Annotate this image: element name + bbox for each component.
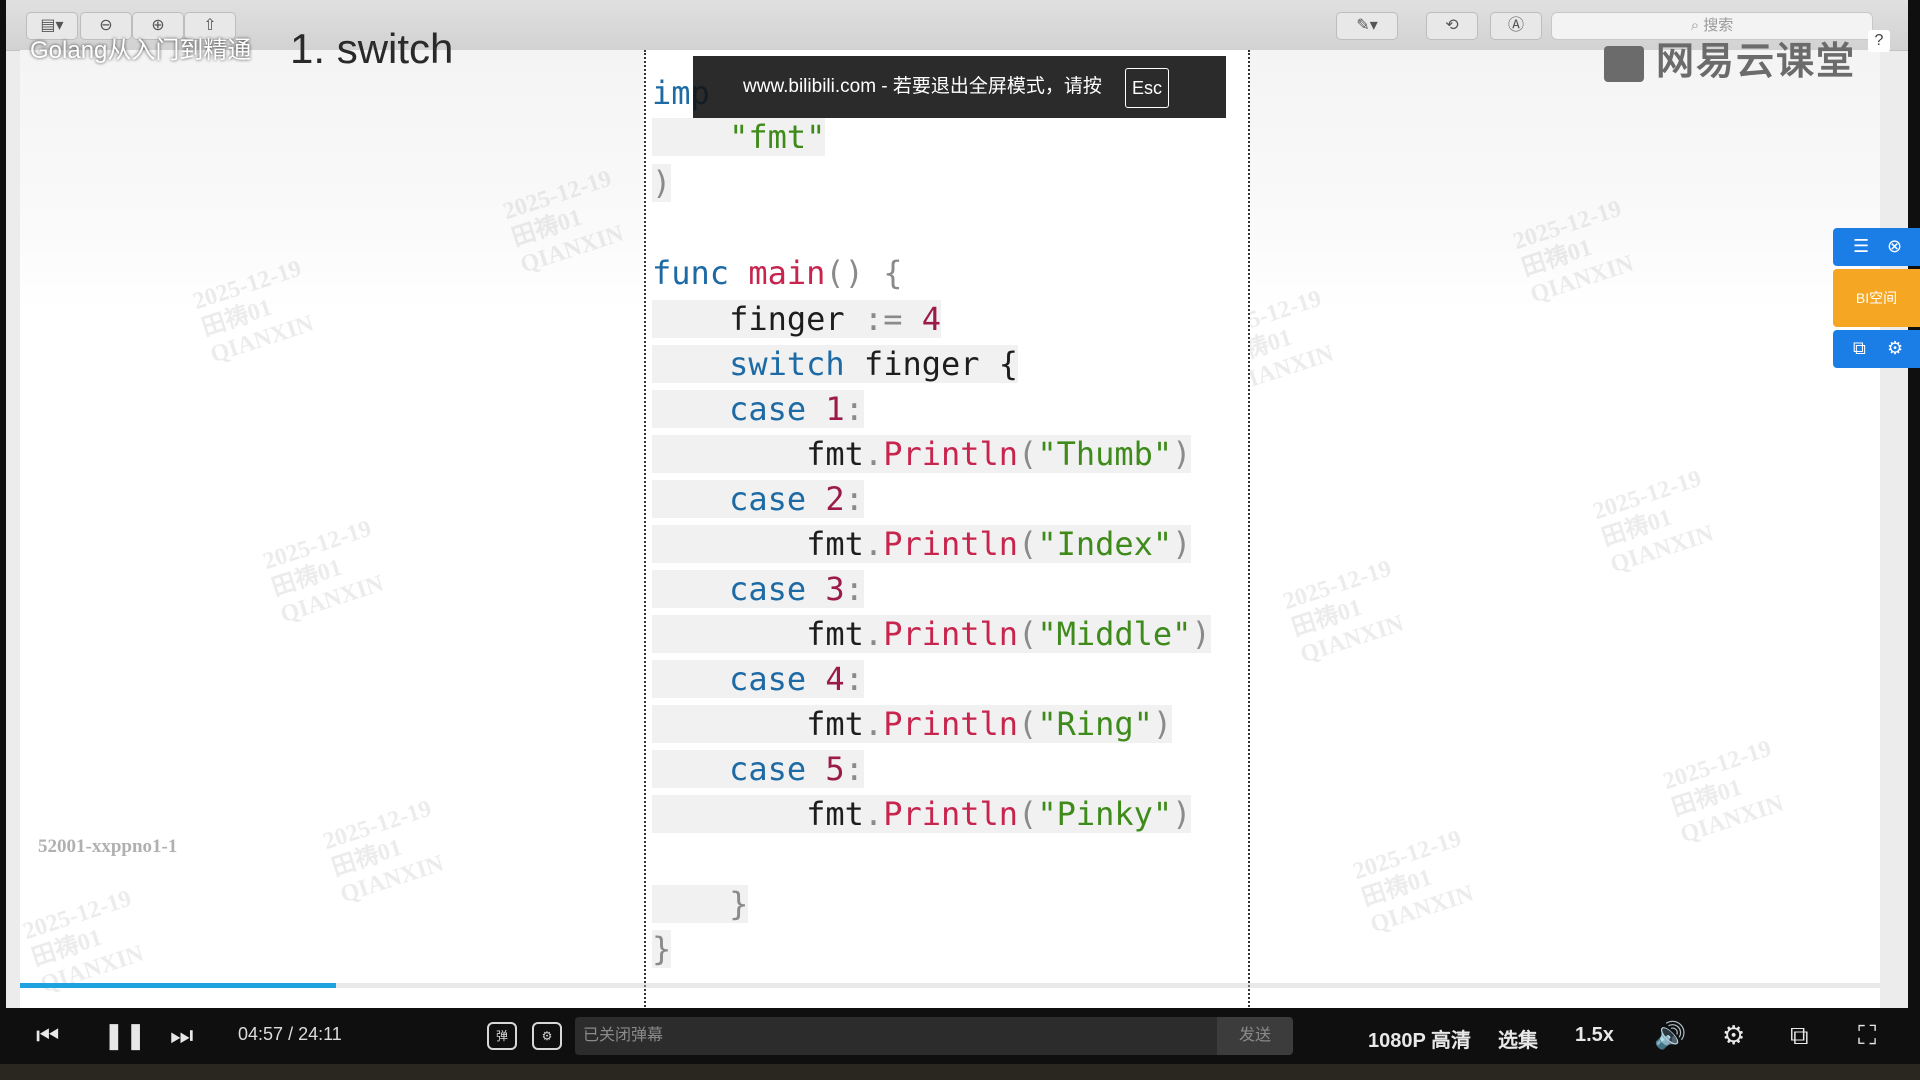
rotate-icon: ⟲	[1426, 12, 1478, 40]
bottom-edge	[0, 1064, 1920, 1080]
markup-icon: Ⓐ	[1490, 12, 1542, 40]
esc-key: Esc	[1125, 68, 1169, 108]
code-line-close-switch: }	[652, 885, 749, 923]
episodes-button[interactable]: 选集	[1498, 1024, 1538, 1053]
watermark: 2025-12-19 田祷01 QIANXIN	[320, 795, 447, 909]
danmaku-toggle-icon[interactable]: 弹	[487, 1022, 517, 1050]
control-bar: ⏮ ❚❚ ⏭ 04:57 / 24:11 弹 ⚙ 已关闭弹幕 发送 1080P …	[0, 1008, 1920, 1064]
watermark: 2025-12-19 田祷01 QIANXIN	[190, 255, 317, 369]
watermark: 2025-12-19 田祷01 QIANXIN	[1280, 555, 1407, 669]
settings-icon[interactable]: ⚙	[1722, 1020, 1745, 1050]
slide-title: 1. switch	[290, 25, 454, 72]
speed-button[interactable]: 1.5x	[1575, 1024, 1614, 1047]
code-line-println: fmt.Println("Middle")	[652, 615, 1211, 653]
side-panel: ☰ ⊗ BI空间 ⧉ ⚙	[1833, 228, 1920, 368]
code-line-case: case 3:	[652, 570, 864, 608]
code-line-close-paren: )	[652, 164, 672, 202]
code-line-case: case 5:	[652, 750, 864, 788]
help-icon[interactable]: ?	[1868, 30, 1890, 52]
code-line-case: case 4:	[652, 660, 864, 698]
bi-space-button[interactable]: BI空间	[1833, 269, 1920, 327]
danmaku-settings-icon[interactable]: ⚙	[532, 1022, 562, 1050]
code-line-println: fmt.Println("Thumb")	[652, 435, 1192, 473]
slide: 1. switch 2025-12-19 田祷01 QIANXIN 2025-1…	[20, 25, 1880, 1020]
quality-button[interactable]: 1080P 高清	[1368, 1024, 1471, 1053]
code-line-switch: switch finger {	[652, 345, 1019, 383]
time-display: 04:57 / 24:11	[238, 1024, 342, 1044]
code-line-println: fmt.Println("Pinky")	[652, 795, 1192, 833]
side-panel-bottom: ⧉ ⚙	[1833, 330, 1920, 368]
code-line-close-func: }	[652, 930, 672, 968]
pen-icon: ✎▾	[1336, 12, 1398, 40]
code-line-case: case 2:	[652, 480, 864, 518]
course-title: Golang从入门到精通	[30, 37, 252, 64]
watermark: 2025-12-19 田祷01 QIANXIN	[500, 165, 627, 279]
danmaku-input[interactable]: 已关闭弹幕	[575, 1017, 1217, 1055]
doc-id: 52001-xxppno1-1	[38, 836, 178, 857]
list-icon[interactable]: ☰	[1853, 236, 1869, 257]
code-line-assign: finger := 4	[652, 300, 941, 338]
watermark: 2025-12-19 田祷01 QIANXIN	[260, 515, 387, 629]
code-line-case: case 1:	[652, 390, 864, 428]
pause-icon[interactable]: ❚❚	[103, 1020, 147, 1050]
video-frame: ▤▾ ⊖ ⊕ ⇧ ✎▾ ⟲ Ⓐ ⌕ 搜索 1. switch 2025-12-1…	[6, 0, 1908, 1020]
brand-icon	[1604, 45, 1644, 82]
watermark: 2025-12-19 田祷01 QIANXIN	[1510, 195, 1637, 309]
next-icon[interactable]: ⏭	[170, 1020, 193, 1050]
previous-icon[interactable]: ⏮	[36, 1020, 59, 1050]
code-line-fmt: "fmt"	[652, 118, 826, 156]
export-icon[interactable]: ⧉	[1853, 338, 1866, 359]
send-button[interactable]: 发送	[1217, 1017, 1293, 1055]
progress-bar[interactable]	[20, 983, 1880, 988]
fullscreen-icon[interactable]: ⛶	[1858, 1020, 1876, 1050]
brand-logo: 网易云课堂	[1604, 30, 1856, 85]
progress-fill	[20, 983, 337, 988]
video-player[interactable]: ▤▾ ⊖ ⊕ ⇧ ✎▾ ⟲ Ⓐ ⌕ 搜索 1. switch 2025-12-1…	[0, 0, 1920, 1080]
code-line-println: fmt.Println("Index")	[652, 525, 1192, 563]
code-panel: imp "fmt" ) func main() { finger := 4 sw…	[644, 50, 1250, 1015]
volume-icon[interactable]: 🔊	[1654, 1020, 1686, 1050]
picture-in-picture-icon[interactable]: ⧉	[1790, 1020, 1809, 1050]
side-panel-top: ☰ ⊗	[1833, 228, 1920, 266]
watermark: 2025-12-19 田祷01 QIANXIN	[1660, 735, 1787, 849]
watermark: 2025-12-19 田祷01 QIANXIN	[1590, 465, 1717, 579]
fullscreen-notice: www.bilibili.com - 若要退出全屏模式，请按 Esc	[693, 56, 1226, 118]
code-line-func: func main() {	[652, 254, 903, 292]
gear-icon[interactable]: ⚙	[1887, 338, 1903, 359]
code-line-println: fmt.Println("Ring")	[652, 705, 1173, 743]
close-circle-icon[interactable]: ⊗	[1887, 236, 1902, 257]
watermark: 2025-12-19 田祷01 QIANXIN	[1350, 825, 1477, 939]
